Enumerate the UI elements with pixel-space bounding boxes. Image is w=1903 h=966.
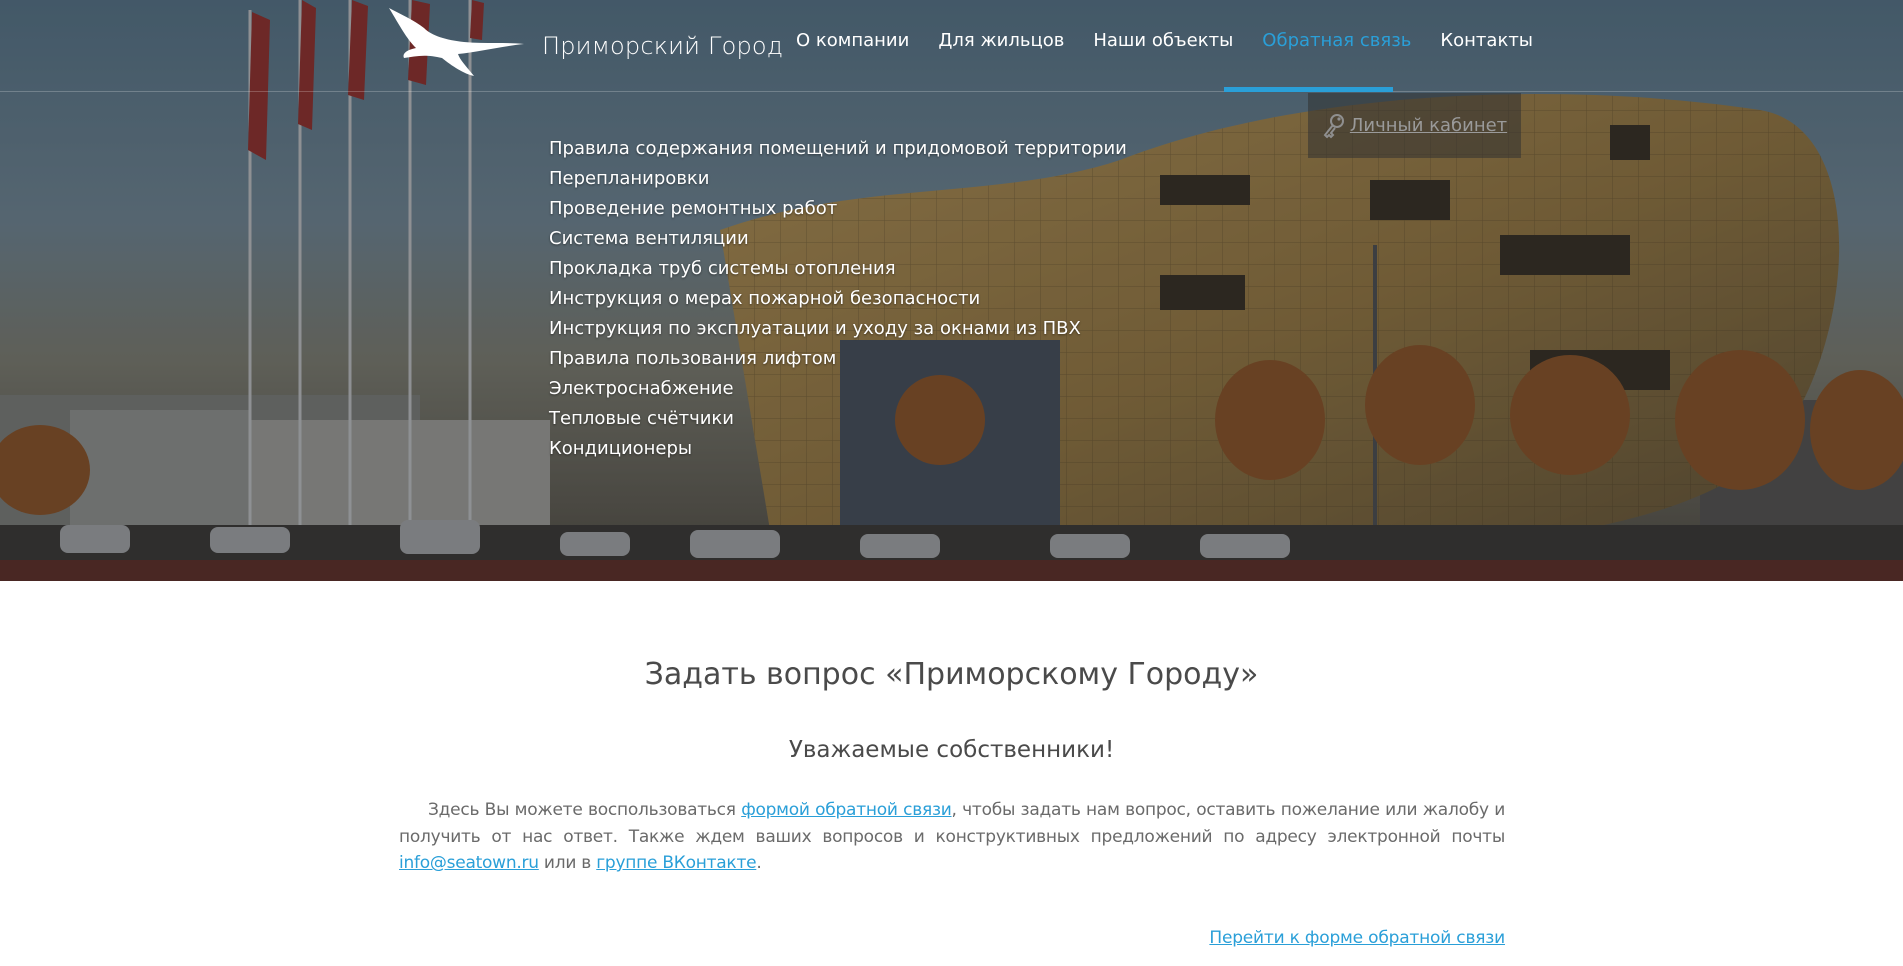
main-nav: О компании Для жильцов Наши объекты Обра… — [796, 30, 1562, 51]
nav-item-contacts[interactable]: Контакты — [1440, 30, 1533, 51]
feedback-form-link[interactable]: формой обратной связи — [741, 800, 952, 820]
hero-banner: Приморский Город О компании Для жильцов … — [0, 0, 1903, 581]
personal-cabinet-label: Личный кабинет — [1349, 115, 1508, 136]
submenu-item[interactable]: Кондиционеры — [549, 434, 1127, 464]
email-link[interactable]: info@seatown.ru — [399, 853, 539, 873]
submenu-item[interactable]: Система вентиляции — [549, 224, 1127, 254]
site-name[interactable]: Приморский Город — [542, 32, 783, 60]
nav-item-feedback[interactable]: Обратная связь — [1262, 30, 1411, 51]
intro-paragraph: Здесь Вы можете воспользоваться формой о… — [399, 797, 1505, 877]
page-subtitle: Уважаемые собственники! — [788, 737, 1115, 763]
seagull-logo-icon[interactable] — [386, 4, 526, 78]
vk-group-link[interactable]: группе ВКонтакте — [596, 853, 756, 873]
intro-text: или в — [538, 853, 597, 873]
submenu-item[interactable]: Перепланировки — [549, 164, 1127, 194]
submenu-item[interactable]: Инструкция о мерах пожарной безопасности — [549, 284, 1127, 314]
submenu-item[interactable]: Тепловые счётчики — [549, 404, 1127, 434]
submenu-item[interactable]: Правила пользования лифтом — [549, 344, 1127, 374]
submenu-item[interactable]: Проведение ремонтных работ — [549, 194, 1127, 224]
nav-item-about[interactable]: О компании — [796, 30, 909, 51]
nav-item-objects[interactable]: Наши объекты — [1093, 30, 1233, 51]
submenu-item[interactable]: Инструкция по эксплуатации и уходу за ок… — [549, 314, 1127, 344]
go-to-feedback-form-link[interactable]: Перейти к форме обратной связи — [1209, 928, 1505, 948]
submenu-item[interactable]: Правила содержания помещений и придомово… — [549, 134, 1127, 164]
intro-text: Здесь Вы можете воспользоваться — [428, 800, 742, 820]
key-icon — [1323, 113, 1344, 138]
personal-cabinet-button[interactable]: Личный кабинет — [1308, 93, 1521, 158]
active-nav-indicator — [1224, 87, 1393, 92]
submenu-item[interactable]: Электроснабжение — [549, 374, 1127, 404]
residents-submenu: Правила содержания помещений и придомово… — [549, 134, 1127, 464]
page-title: Задать вопрос «Приморскому Городу» — [644, 657, 1259, 692]
intro-text: . — [756, 853, 762, 873]
nav-divider — [0, 91, 1903, 92]
submenu-item[interactable]: Прокладка труб системы отопления — [549, 254, 1127, 284]
nav-item-residents[interactable]: Для жильцов — [938, 30, 1064, 51]
